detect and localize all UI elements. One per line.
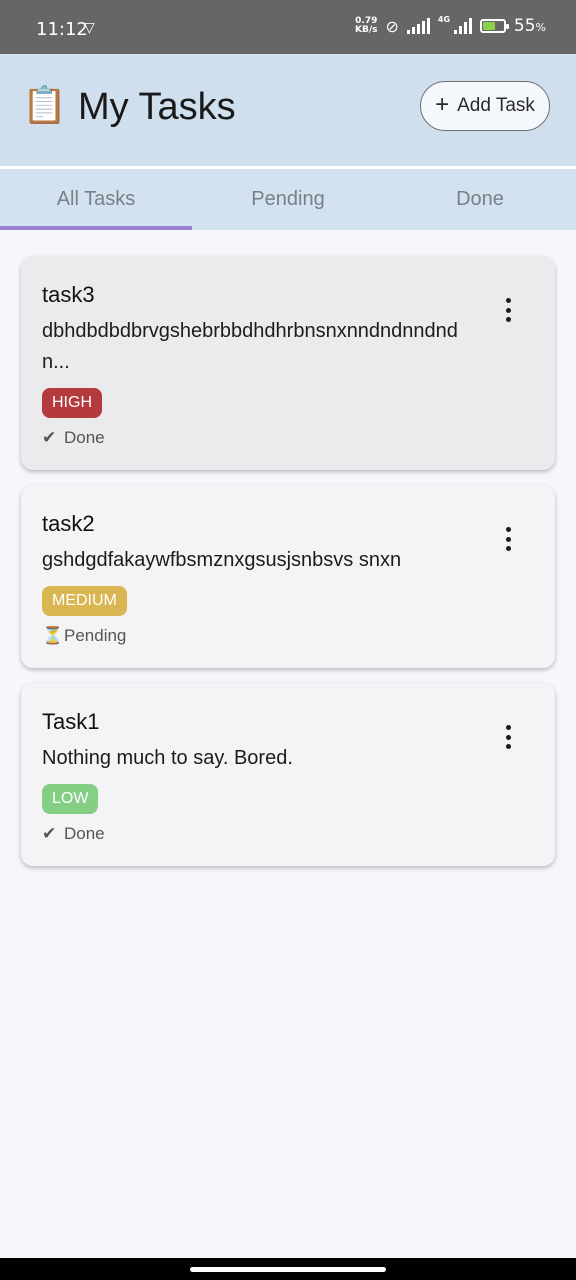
priority-badge: HIGH — [42, 388, 102, 418]
app-header: 📋 My Tasks + Add Task — [0, 54, 576, 166]
checkmark-icon: ✔ — [42, 824, 57, 843]
task-status-label: Pending — [64, 626, 127, 645]
home-indicator[interactable] — [190, 1267, 386, 1272]
task-title: task2 — [42, 511, 95, 536]
task-status: ✔ Done — [42, 824, 475, 844]
clock: 11:12 — [36, 19, 88, 40]
page-title: My Tasks — [78, 86, 236, 128]
task-status-label: Done — [64, 428, 105, 447]
task-title: Task1 — [42, 709, 100, 734]
more-options-icon[interactable] — [505, 527, 511, 551]
network-type: 4G — [437, 15, 451, 24]
priority-badge: LOW — [42, 784, 99, 814]
navigation-bar — [0, 1258, 576, 1280]
hourglass-icon: ⏳ — [42, 626, 64, 645]
task-description: dbhdbdbdbrvgshebrbbdhdhrbnsnxnndndnndndn… — [42, 320, 458, 373]
signal-4g-icon: 4G — [437, 15, 472, 34]
add-task-label: Add Task — [457, 95, 535, 116]
more-options-icon[interactable] — [505, 298, 511, 322]
task-status: ⏳Pending — [42, 626, 475, 646]
network-speed: 0.79 KB/s — [355, 17, 377, 35]
battery-level: 55% — [514, 16, 546, 36]
signal-icon — [406, 18, 430, 34]
task-description: gshdgdfakaywfbsmznxgsusjsnbsvs snxn — [42, 549, 402, 571]
task-card[interactable]: Task1 Nothing much to say. Bored. LOW ✔ D… — [21, 683, 555, 866]
network-speed-unit: KB/s — [355, 25, 378, 35]
battery-charging-icon — [479, 19, 509, 33]
task-title: task3 — [42, 282, 95, 307]
clipboard-icon: 📋 — [22, 85, 67, 126]
priority-badge: MEDIUM — [42, 586, 127, 616]
battery-percent-symbol: % — [535, 21, 546, 34]
battery-percent: 55 — [513, 16, 536, 36]
tab-pending[interactable]: Pending — [192, 169, 384, 230]
plus-icon: + — [435, 91, 450, 118]
tab-bar: All Tasks Pending Done — [0, 169, 576, 230]
task-status-label: Done — [64, 824, 105, 843]
hotspot-icon: ⊘ — [385, 16, 399, 36]
more-options-icon[interactable] — [505, 725, 511, 749]
task-status: ✔ Done — [42, 428, 475, 448]
status-bar: 11:12 ▽ 0.79 KB/s ⊘ 4G 55% — [0, 0, 576, 54]
task-card[interactable]: task3 dbhdbdbdbrvgshebrbbdhdhrbnsnxnndnd… — [21, 256, 555, 470]
task-list: task3 dbhdbdbdbrvgshebrbbdhdhrbnsnxnndnd… — [21, 256, 555, 881]
task-card[interactable]: task2 gshdgdfakaywfbsmznxgsusjsnbsvs snx… — [21, 485, 555, 668]
task-description: Nothing much to say. Bored. — [42, 747, 293, 769]
status-icons: 0.79 KB/s ⊘ 4G 55% — [355, 15, 546, 36]
vpn-shield-icon: ▽ — [84, 20, 95, 36]
tab-done[interactable]: Done — [384, 169, 576, 230]
tab-all-tasks[interactable]: All Tasks — [0, 169, 192, 230]
checkmark-icon: ✔ — [42, 428, 57, 447]
add-task-button[interactable]: + Add Task — [420, 81, 550, 131]
